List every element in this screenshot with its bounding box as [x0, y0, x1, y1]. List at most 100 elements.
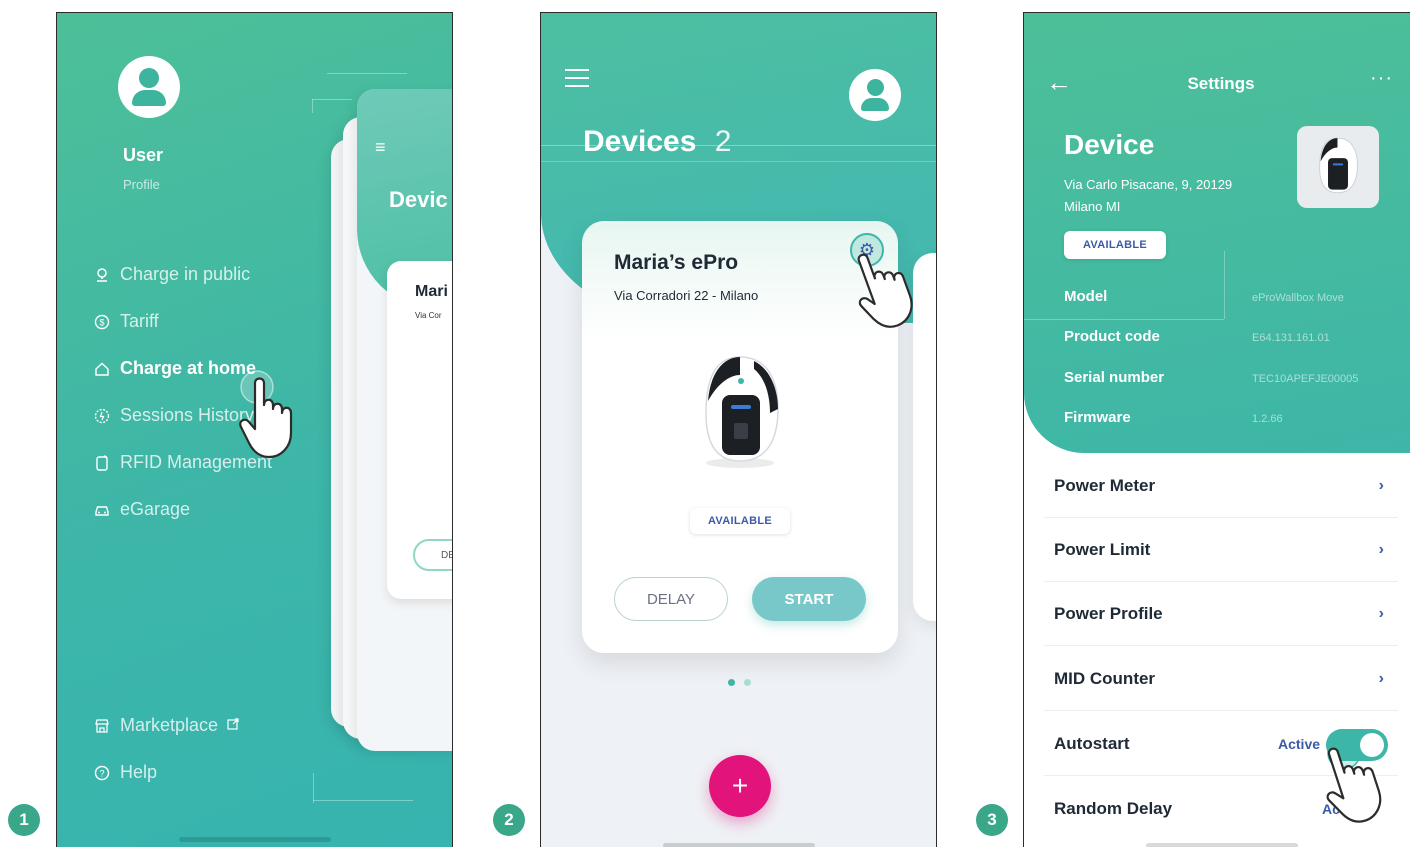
devices-count: 2	[714, 125, 732, 158]
spec-label-serial-number: Serial number	[1064, 369, 1165, 386]
step-number-2: 2	[493, 804, 525, 836]
menu-label: Tariff	[120, 311, 159, 331]
preview-card-address: Via Cor	[415, 311, 442, 320]
spec-label-product-code: Product code	[1064, 328, 1160, 345]
menu-hamburger-icon[interactable]	[565, 69, 589, 87]
spec-value-serial-number: TEC10APEFJE00005	[1252, 373, 1359, 385]
device-address-line1: Via Carlo Pisacane, 9, 20129	[1064, 177, 1233, 192]
pagination-dot[interactable]	[744, 679, 751, 686]
step-number-3: 3	[976, 804, 1008, 836]
dollar-circle-icon: $	[93, 313, 111, 331]
pointing-hand-icon	[1326, 736, 1382, 823]
menu-item-charge-in-public[interactable]: Charge in public	[93, 264, 250, 285]
header-title: Settings	[1187, 74, 1255, 93]
chevron-right-icon: ›	[1378, 540, 1384, 558]
pointing-hand-icon	[239, 370, 293, 459]
decorative-line	[1024, 319, 1224, 320]
preview-title: Devic	[389, 187, 448, 212]
help-icon: ?	[93, 764, 111, 782]
home-indicator	[179, 837, 331, 842]
preview-device-card: Mari Via Cor DE	[387, 261, 452, 599]
menu-item-marketplace[interactable]: Marketplace	[93, 715, 239, 736]
device-thumbnail	[1297, 126, 1379, 208]
add-device-button[interactable]: +	[709, 755, 771, 817]
menu-label: Charge at home	[120, 358, 257, 378]
home-icon	[93, 360, 111, 378]
delay-button[interactable]: DELAY	[614, 577, 728, 621]
spec-value-model: eProWallbox Move	[1252, 292, 1344, 304]
menu-item-help[interactable]: ? Help	[93, 762, 157, 783]
avatar[interactable]	[118, 56, 180, 118]
external-link-icon	[227, 718, 239, 733]
plus-icon: +	[731, 770, 749, 801]
menu-label: Sessions History	[120, 405, 255, 425]
home-indicator	[1146, 843, 1298, 847]
chevron-right-icon: ›	[1378, 604, 1384, 622]
svg-text:?: ?	[99, 768, 104, 778]
user-subtitle[interactable]: Profile	[123, 177, 160, 192]
spec-value-product-code: E64.131.161.01	[1252, 332, 1330, 344]
devices-title: Devices	[583, 125, 697, 158]
start-button[interactable]: START	[752, 577, 866, 621]
setting-row-power-meter[interactable]: Power Meter ›	[1044, 454, 1398, 518]
decorative-line	[541, 161, 936, 162]
status-badge: AVAILABLE	[1064, 231, 1166, 259]
wallbox-image	[705, 356, 779, 468]
decorative-line	[312, 99, 313, 113]
setting-row-power-profile[interactable]: Power Profile ›	[1044, 582, 1398, 646]
setting-label: Random Delay	[1054, 799, 1173, 818]
setting-row-power-limit[interactable]: Power Limit ›	[1044, 518, 1398, 582]
chevron-right-icon: ›	[1378, 669, 1384, 687]
decorative-line	[1224, 251, 1225, 319]
setting-row-mid-counter[interactable]: MID Counter ›	[1044, 647, 1398, 711]
car-icon	[93, 501, 111, 519]
menu-item-sessions-history[interactable]: Sessions History	[93, 405, 254, 426]
store-icon	[93, 717, 111, 735]
menu-hamburger-icon: ≡	[375, 137, 386, 157]
menu-label: Marketplace	[120, 715, 219, 735]
menu-item-tariff[interactable]: $ Tariff	[93, 311, 159, 332]
history-icon	[93, 407, 111, 425]
setting-label: Autostart	[1054, 733, 1130, 753]
home-indicator	[663, 843, 815, 847]
setting-label: Power Limit	[1054, 539, 1151, 559]
preview-delay-button: DE	[413, 539, 452, 571]
device-card[interactable]: Maria’s ePro Via Corradori 22 - Milano ⚙…	[582, 221, 898, 653]
wallbox-image	[1319, 137, 1358, 194]
setting-label: Power Profile	[1054, 603, 1163, 623]
decorative-line	[313, 773, 314, 803]
more-options-icon[interactable]: ···	[1370, 67, 1393, 90]
spec-label-model: Model	[1064, 288, 1108, 305]
setting-label: MID Counter	[1054, 668, 1156, 688]
status-badge: AVAILABLE	[690, 508, 790, 534]
rfid-card-icon	[93, 454, 111, 472]
pointing-hand-icon	[857, 253, 913, 328]
screen-device-settings: ← Settings ··· Device Via Carlo Pisacane…	[1023, 12, 1410, 847]
menu-item-charge-at-home[interactable]: Charge at home	[93, 358, 256, 379]
menu-label: Help	[120, 762, 158, 782]
screen-side-menu: User Profile Charge in public $ Tariff C…	[56, 12, 453, 847]
setting-label: Power Meter	[1054, 475, 1156, 495]
decorative-line	[327, 73, 407, 74]
preview-delay-label: DE	[441, 549, 452, 561]
spec-value-firmware: 1.2.66	[1252, 413, 1283, 425]
user-name: User	[123, 145, 164, 165]
page-title: Devices 2	[583, 125, 731, 159]
decorative-line	[313, 800, 413, 801]
pagination-dot-active[interactable]	[728, 679, 735, 686]
preview-card-name: Mari	[415, 283, 448, 300]
screen-devices: Devices 2 Maria’s ePro Via Corradori 22 …	[540, 12, 937, 847]
menu-item-egarage[interactable]: eGarage	[93, 499, 190, 520]
map-pin-icon	[93, 266, 111, 284]
decorative-line	[312, 99, 352, 100]
start-label: START	[784, 590, 834, 608]
device-address: Via Corradori 22 - Milano	[614, 288, 759, 303]
avatar[interactable]	[849, 69, 901, 121]
device-name: Maria’s ePro	[614, 251, 739, 274]
menu-label: Charge in public	[120, 264, 251, 284]
device-title: Device	[1064, 129, 1155, 160]
autostart-state: Active	[1278, 735, 1321, 752]
step-number-1: 1	[8, 804, 40, 836]
device-address-line2: Milano MI	[1064, 199, 1121, 214]
delay-label: DELAY	[646, 590, 696, 608]
